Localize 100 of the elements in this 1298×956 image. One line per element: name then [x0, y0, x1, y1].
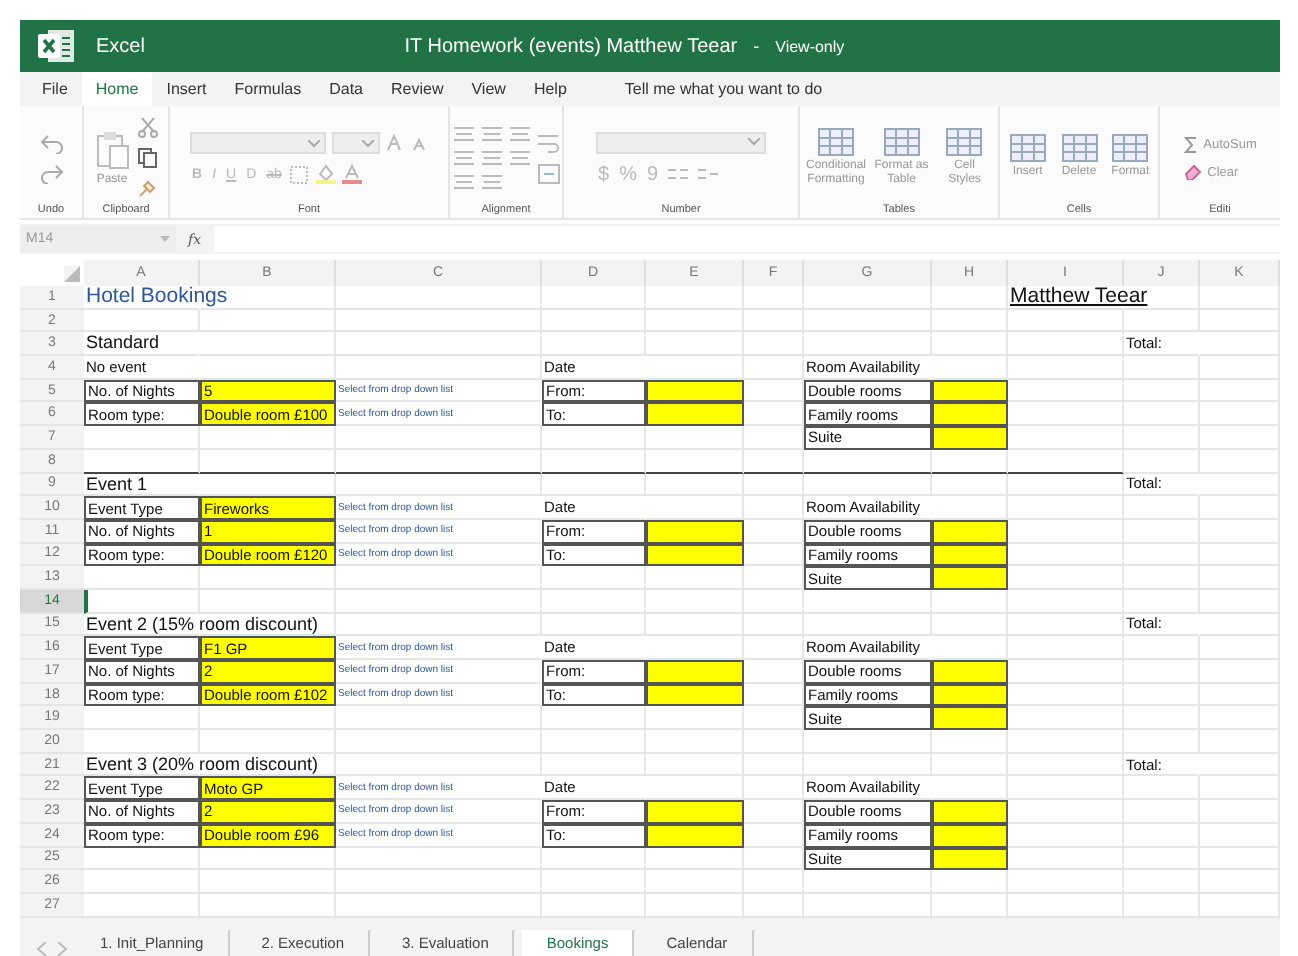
entry-cell [932, 379, 1008, 403]
sheet-cell [804, 753, 932, 777]
sheet-cell [1008, 800, 1124, 824]
sheet-cell [646, 753, 744, 777]
sheet-cell [542, 473, 646, 497]
menu-tab[interactable]: Home [81, 72, 153, 106]
sheet-cell [1008, 519, 1124, 544]
sheet-cell [1124, 800, 1200, 824]
sheet-cell [932, 332, 1008, 357]
entry-cell [932, 823, 1008, 847]
table-icon [1112, 134, 1149, 163]
sheet-cell [744, 286, 804, 310]
entry-cell [932, 706, 1008, 731]
tell-me-field[interactable]: Tell me what you want to do [620, 72, 929, 106]
sheet-cell [646, 473, 744, 497]
sheet-cell [804, 730, 932, 754]
eraser-icon [1183, 164, 1202, 180]
sheet-cell [1008, 823, 1124, 847]
author-name: Matthew Teear [1010, 285, 1148, 308]
select-all-icon[interactable] [64, 266, 80, 282]
table-icon [1009, 134, 1046, 163]
entry-cell [646, 543, 744, 567]
previous-sheet-icon[interactable] [36, 942, 48, 956]
sheet-cell [1124, 870, 1200, 894]
sheet-cell [1124, 636, 1200, 660]
sheet-cell [1200, 823, 1280, 847]
sheet-cell [1200, 800, 1280, 824]
sheet-cell [1200, 356, 1280, 380]
sheet-cell [1200, 449, 1280, 473]
dropdown-arrow-icon [160, 236, 170, 242]
chevron-down-icon [748, 138, 760, 146]
sheet-cell [542, 566, 646, 590]
sheet-cell [1124, 566, 1200, 590]
section-heading: Event 2 (15% room discount) [86, 613, 319, 635]
sheet-cell [542, 589, 646, 614]
sheet-cell [1124, 543, 1200, 567]
entry-cell [932, 566, 1008, 590]
next-sheet-icon[interactable] [56, 942, 68, 956]
entry-cell [646, 823, 744, 847]
sheet-cell [646, 730, 744, 754]
view-mode-label: View-only [775, 37, 845, 55]
menu-tab[interactable]: Review [377, 72, 458, 106]
entry-cell [932, 847, 1008, 871]
menu-tab[interactable]: Insert [152, 72, 221, 106]
sheet-cell [1124, 379, 1200, 403]
clipboard-icon [94, 130, 130, 170]
sheet-cell [932, 309, 1008, 333]
sheet-cell [744, 800, 804, 824]
menu-tab[interactable]: File [28, 72, 82, 106]
sheet-cell [542, 286, 646, 310]
sheet-cell [932, 753, 1008, 777]
spreadsheet-logo-icon[interactable] [36, 28, 76, 64]
sheet-cell [1200, 776, 1280, 801]
table-icon [1061, 134, 1097, 163]
sheet-cell [84, 426, 200, 450]
menu-tab[interactable]: Formulas [220, 72, 316, 106]
sheet-cell [1008, 356, 1124, 380]
menu-tab[interactable]: View [457, 72, 520, 106]
sheet-cell [646, 613, 744, 637]
sheet-cell [744, 613, 804, 637]
menu-tab[interactable]: Data [315, 72, 377, 106]
sheet-cell [1200, 379, 1280, 403]
sheet-cell [84, 566, 200, 590]
entry-cell [932, 402, 1008, 427]
sheet-cell [542, 753, 646, 777]
sheet-cell [1008, 730, 1124, 754]
entry-cell [646, 379, 744, 403]
sheet-cell [744, 730, 804, 754]
chevron-down-icon [308, 139, 320, 147]
sheet-cell [1008, 496, 1124, 520]
sheet-cell [1124, 660, 1200, 684]
sheet-cell [646, 870, 744, 894]
sheet-cell [1008, 589, 1124, 614]
menu-tab[interactable]: Help [519, 72, 581, 106]
sheet-cell [646, 426, 744, 450]
sheet-cell [1008, 426, 1124, 450]
sheet-cell [804, 286, 932, 310]
sheet-cell [200, 309, 336, 333]
sheet-cell [1200, 730, 1280, 754]
sheet-cell [542, 706, 646, 731]
sheet-cell [744, 426, 804, 450]
sheet-cell [1008, 706, 1124, 731]
sheet-cell [1200, 309, 1280, 333]
sheet-cell [1008, 683, 1124, 707]
sheet-cell [744, 543, 804, 567]
sheet-cell [200, 426, 336, 450]
sheet-cell [744, 870, 804, 894]
sheet-cell [744, 847, 804, 871]
sheet-cell [1124, 823, 1200, 847]
sheet-cell [1008, 309, 1124, 333]
sheet-cell [1124, 402, 1200, 427]
entry-cell [646, 402, 744, 427]
sheet-cell [1124, 426, 1200, 450]
sheet-cell [1124, 496, 1200, 520]
sheet-cell [1200, 496, 1280, 520]
sheet-cell [1200, 519, 1280, 544]
sheet-cell [744, 683, 804, 707]
entry-cell [646, 660, 744, 684]
sheet-cell [1124, 519, 1200, 544]
sheet-cell [804, 332, 932, 357]
